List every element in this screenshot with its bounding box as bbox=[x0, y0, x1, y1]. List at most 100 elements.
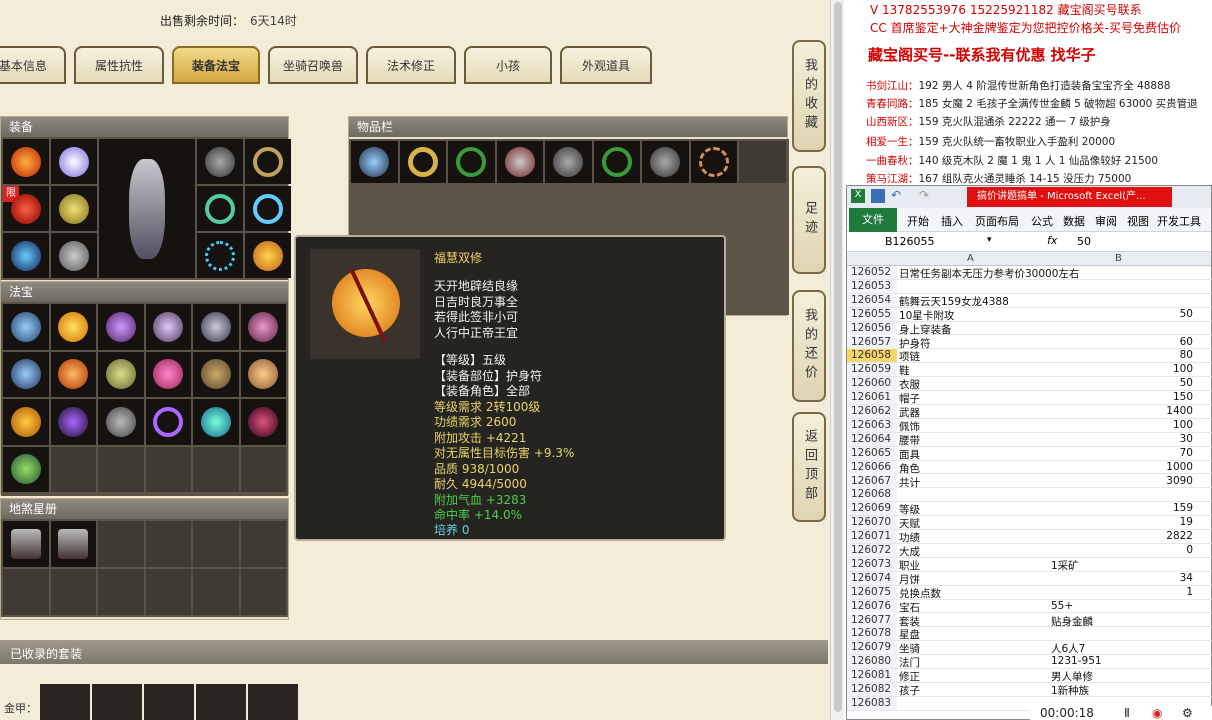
sheet-row[interactable]: 126061 帽子 150 bbox=[847, 391, 1212, 405]
row-number[interactable]: 126068 bbox=[847, 488, 897, 502]
cell-b[interactable]: 2822 bbox=[1049, 530, 1193, 542]
row-number[interactable]: 126063 bbox=[847, 418, 897, 432]
fabao-slot[interactable] bbox=[50, 304, 96, 350]
suit-item[interactable] bbox=[196, 684, 246, 720]
cell-a[interactable]: 面具 bbox=[899, 447, 920, 462]
inventory-slot[interactable] bbox=[351, 141, 398, 183]
sheet-row[interactable]: 126074 月饼 34 bbox=[847, 571, 1212, 586]
fabao-slot[interactable] bbox=[145, 399, 191, 445]
tab-equip-fabao[interactable]: 装备法宝 bbox=[172, 46, 260, 84]
undo-icon[interactable]: ↶ bbox=[891, 188, 901, 202]
row-number[interactable]: 126052 bbox=[847, 266, 897, 279]
row-number[interactable]: 126059 bbox=[847, 363, 897, 377]
inventory-slot[interactable] bbox=[496, 141, 543, 183]
equip-slot[interactable] bbox=[197, 186, 243, 231]
cell-b[interactable]: 1000 bbox=[1049, 461, 1193, 473]
menu-developer[interactable]: 开发工具 bbox=[1157, 213, 1201, 229]
cell-b[interactable]: 34 bbox=[1049, 572, 1193, 584]
cell-a[interactable]: 大成 bbox=[899, 544, 920, 559]
column-a[interactable]: A bbox=[967, 253, 974, 264]
cell-a[interactable]: 兑换点数 bbox=[899, 586, 941, 601]
my-bids-button[interactable]: 我的还价 bbox=[792, 290, 826, 402]
cell-a[interactable]: 衣服 bbox=[899, 377, 920, 392]
redo-icon[interactable]: ↷ bbox=[919, 188, 929, 202]
row-number[interactable]: 126056 bbox=[847, 321, 897, 335]
row-number[interactable]: 126057 bbox=[847, 335, 897, 349]
equip-slot[interactable] bbox=[3, 233, 49, 278]
cell-b[interactable]: 159 bbox=[1049, 502, 1193, 514]
cell-a[interactable]: 孩子 bbox=[899, 683, 920, 698]
row-number[interactable]: 126081 bbox=[847, 669, 897, 683]
suit-item[interactable] bbox=[144, 684, 194, 720]
menu-insert[interactable]: 插入 bbox=[941, 213, 963, 229]
cell-a[interactable]: 帽子 bbox=[899, 391, 920, 406]
file-tab[interactable]: 文件 bbox=[849, 208, 897, 232]
cell-b[interactable]: 100 bbox=[1049, 419, 1193, 431]
suit-item[interactable] bbox=[40, 684, 90, 720]
cell-a[interactable]: 宝石 bbox=[899, 600, 920, 615]
tab-mounts[interactable]: 坐骑召唤兽 bbox=[268, 46, 358, 84]
cell-b[interactable]: 贴身金麟 bbox=[1051, 614, 1093, 629]
footprints-button[interactable]: 足迹 bbox=[792, 166, 826, 274]
sheet-row[interactable]: 126057 护身符 60 bbox=[847, 335, 1212, 351]
equip-slot[interactable] bbox=[245, 186, 291, 231]
tab-attributes[interactable]: 属性抗性 bbox=[74, 46, 164, 84]
cell-b[interactable]: 1新种族 bbox=[1051, 683, 1089, 698]
fabao-slot[interactable] bbox=[145, 351, 191, 397]
cell-a[interactable]: 护身符 bbox=[899, 336, 931, 351]
sheet-row[interactable]: 126068 bbox=[847, 488, 1212, 503]
cell-b[interactable]: 1231-951 bbox=[1051, 655, 1102, 667]
cell-b[interactable]: 50 bbox=[1049, 377, 1193, 389]
fabao-slot[interactable] bbox=[98, 304, 144, 350]
cell-a[interactable]: 星盘 bbox=[899, 627, 920, 642]
row-number[interactable]: 126083 bbox=[847, 696, 897, 710]
stop-icon[interactable]: ◉ bbox=[1152, 706, 1162, 720]
star-card[interactable] bbox=[3, 521, 49, 567]
row-number[interactable]: 126067 bbox=[847, 474, 897, 488]
sheet-row[interactable]: 126077 套装 贴身金麟 bbox=[847, 613, 1212, 629]
cell-a[interactable]: 10星卡附攻 bbox=[899, 308, 954, 323]
sheet-row[interactable]: 126080 法门 1231-951 bbox=[847, 655, 1212, 669]
column-b[interactable]: B bbox=[1115, 253, 1122, 264]
cell-a[interactable]: 功绩 bbox=[899, 530, 920, 545]
row-number[interactable]: 126077 bbox=[847, 613, 897, 627]
cell-b[interactable]: 70 bbox=[1049, 447, 1193, 459]
cell-a[interactable]: 鹤舞云天159女龙4388 bbox=[899, 294, 1009, 309]
cell-b[interactable]: 1采矿 bbox=[1051, 558, 1079, 573]
row-number[interactable]: 126080 bbox=[847, 655, 897, 669]
menu-formulas[interactable]: 公式 bbox=[1031, 213, 1053, 229]
row-number[interactable]: 126075 bbox=[847, 585, 897, 599]
sheet-row[interactable]: 126078 星盘 bbox=[847, 627, 1212, 641]
cell-a[interactable]: 腰带 bbox=[899, 433, 920, 448]
sheet-row[interactable]: 126071 功绩 2822 bbox=[847, 530, 1212, 544]
save-icon[interactable] bbox=[871, 189, 885, 203]
tab-children[interactable]: 小孩 bbox=[464, 46, 552, 84]
cell-b[interactable]: 30 bbox=[1049, 433, 1193, 445]
cell-b[interactable]: 60 bbox=[1049, 336, 1193, 348]
fabao-slot[interactable] bbox=[3, 351, 49, 397]
cell-a[interactable]: 法门 bbox=[899, 655, 920, 670]
fabao-slot[interactable] bbox=[3, 446, 49, 492]
fabao-slot[interactable] bbox=[50, 399, 96, 445]
settings-icon[interactable]: ⚙ bbox=[1182, 706, 1193, 720]
fabao-slot[interactable] bbox=[193, 351, 239, 397]
row-number[interactable]: 126069 bbox=[847, 502, 897, 516]
row-number[interactable]: 126072 bbox=[847, 544, 897, 557]
sheet-row[interactable]: 126058 项链 80 bbox=[847, 349, 1212, 363]
inventory-slot[interactable] bbox=[593, 141, 640, 183]
fabao-slot[interactable] bbox=[240, 351, 286, 397]
row-number[interactable]: 126065 bbox=[847, 446, 897, 460]
name-box-dropdown-icon[interactable]: ▾ bbox=[987, 235, 992, 245]
cell-a[interactable]: 共计 bbox=[899, 475, 920, 490]
inventory-slot[interactable] bbox=[448, 141, 495, 183]
pause-icon[interactable]: Ⅱ bbox=[1124, 706, 1130, 720]
fabao-slot[interactable] bbox=[3, 304, 49, 350]
cell-a[interactable]: 职业 bbox=[899, 558, 920, 573]
row-number[interactable]: 126071 bbox=[847, 530, 897, 544]
cell-b[interactable]: 55+ bbox=[1051, 600, 1073, 612]
equip-slot[interactable] bbox=[245, 233, 291, 278]
suit-item[interactable] bbox=[248, 684, 298, 720]
sheet-row[interactable]: 126056 身上穿装备 bbox=[847, 321, 1212, 336]
equip-slot[interactable] bbox=[3, 139, 49, 184]
sheet-row[interactable]: 126082 孩子 1新种族 bbox=[847, 683, 1212, 697]
